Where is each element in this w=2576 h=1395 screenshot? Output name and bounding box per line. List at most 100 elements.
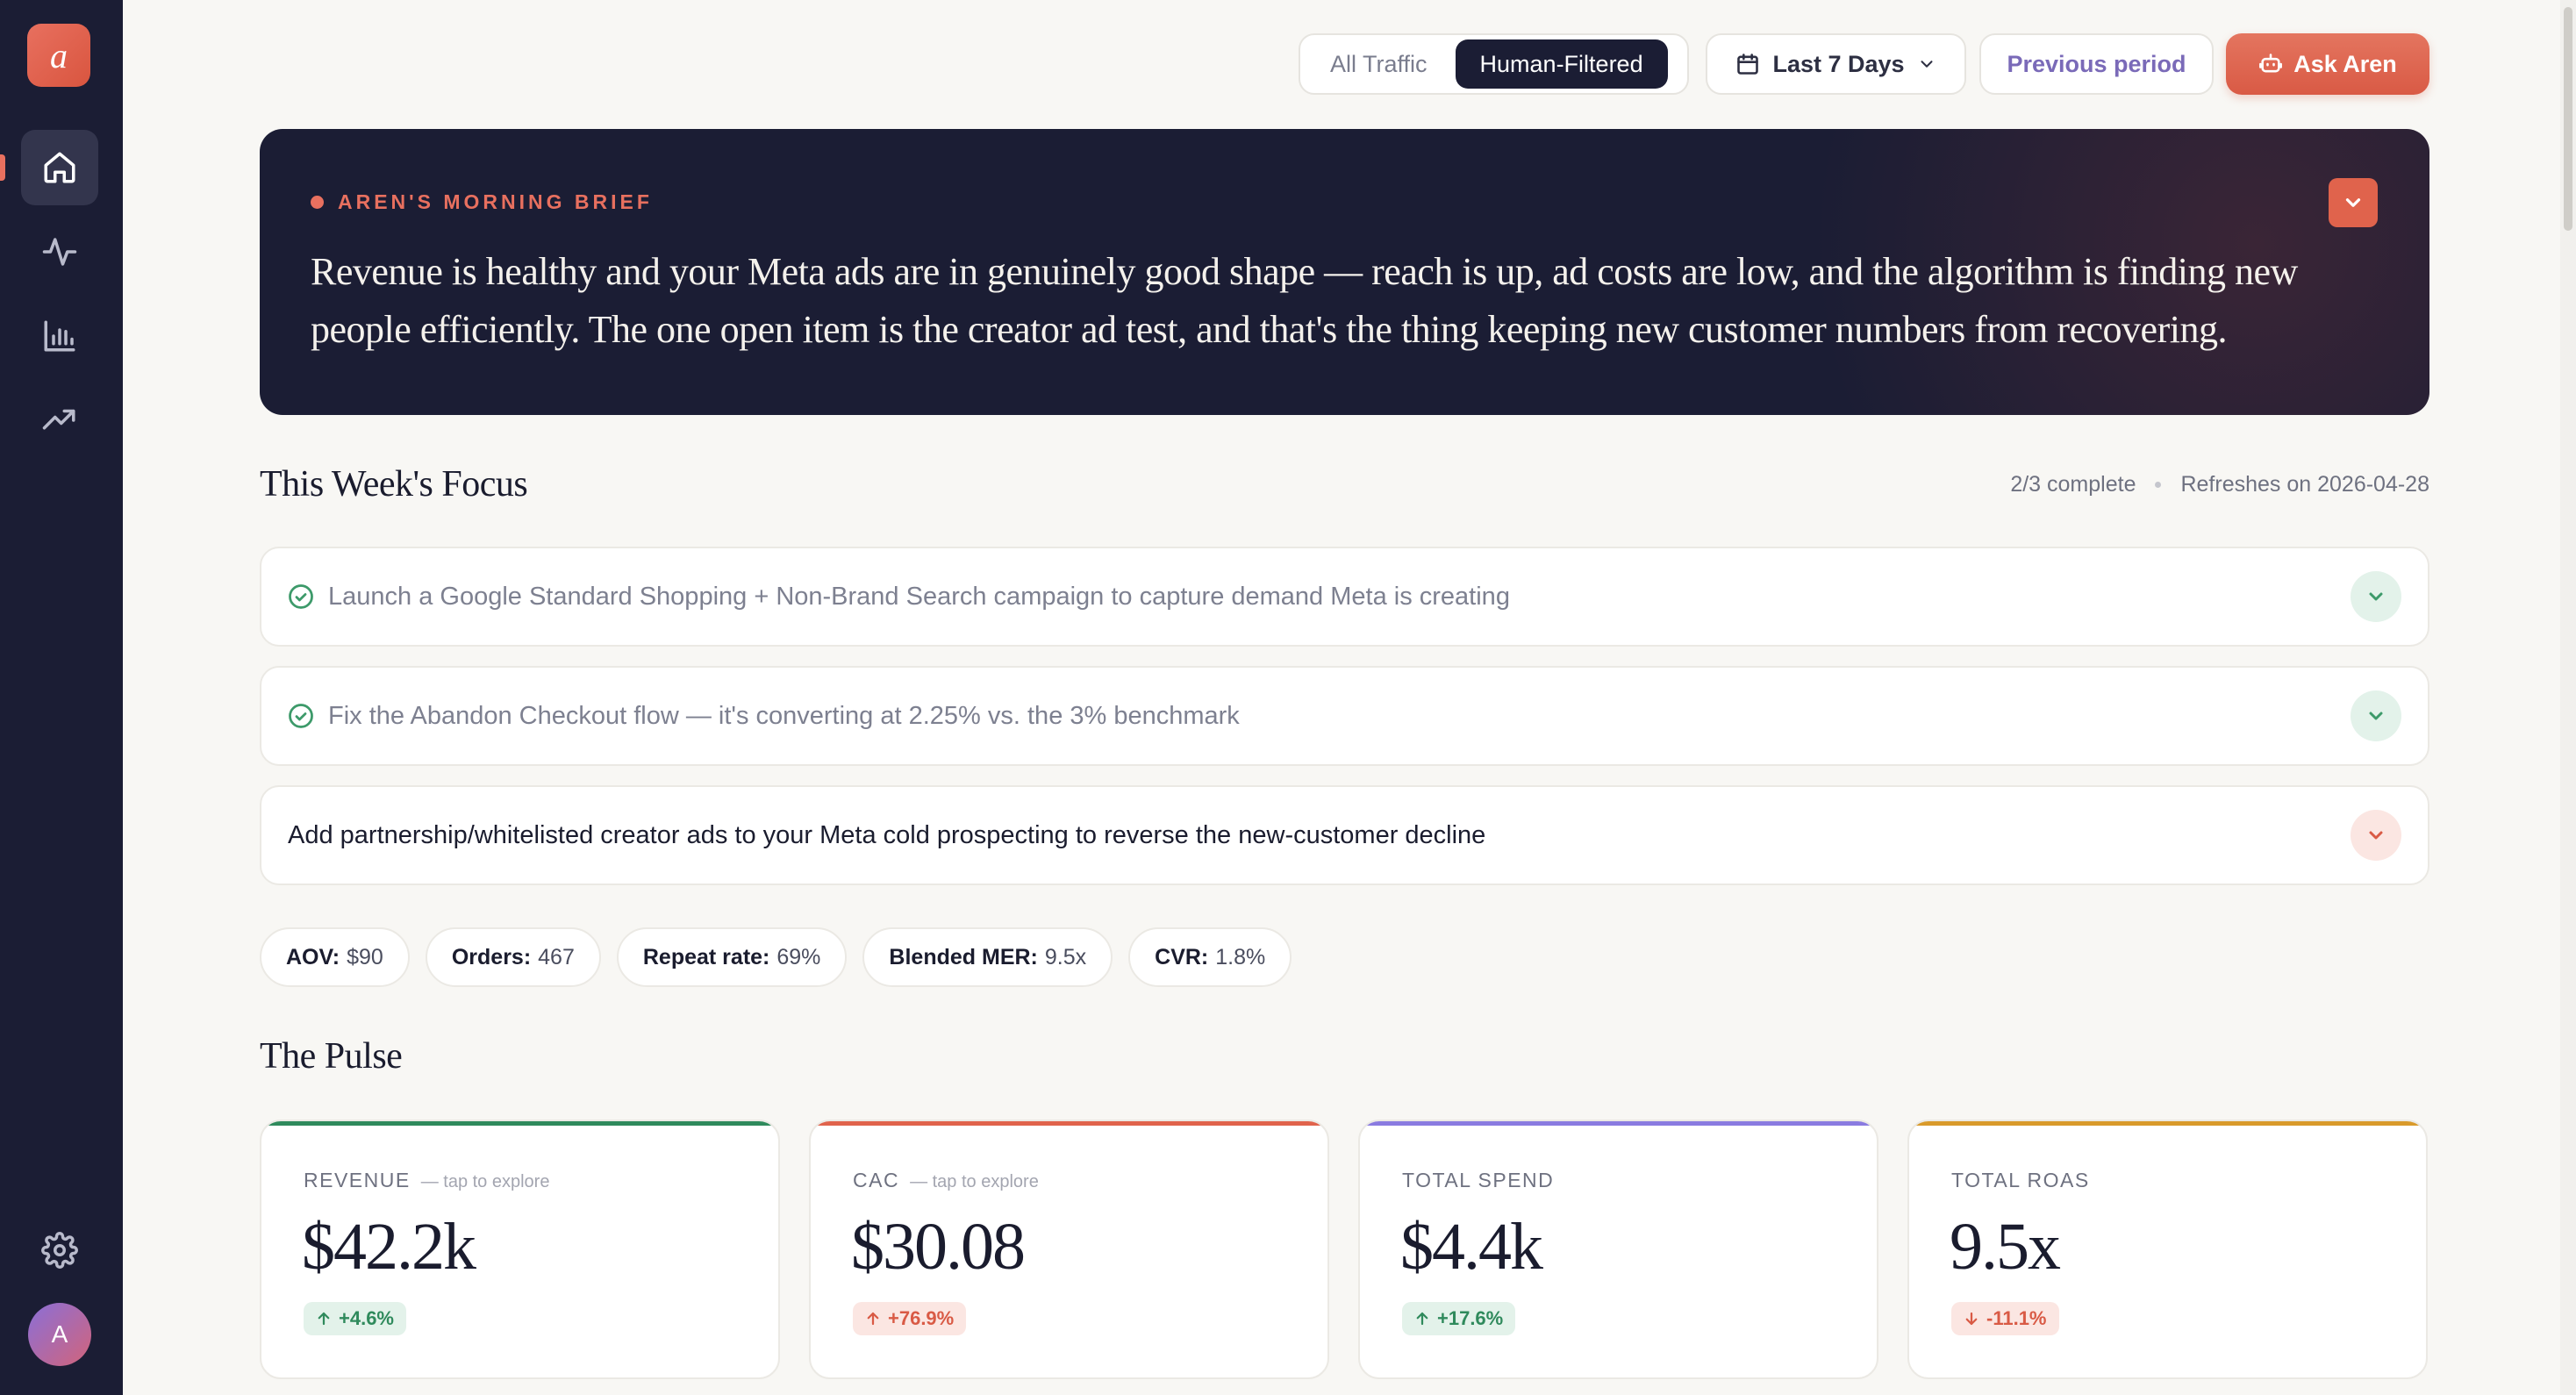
card-accent-line: [1360, 1121, 1877, 1126]
date-range-dropdown[interactable]: Last 7 Days: [1706, 33, 1966, 95]
trending-up-icon: [42, 409, 75, 430]
pill-key: CVR:: [1155, 944, 1209, 969]
metric-pill-repeat-rate: Repeat rate: 69%: [616, 927, 848, 987]
pulse-card-revenue[interactable]: REVENUE — tap to explore $42.2k +4.6%: [260, 1120, 780, 1379]
scrollbar-thumb[interactable]: [2564, 7, 2572, 231]
traffic-option-human-filtered[interactable]: Human-Filtered: [1455, 39, 1668, 89]
arrow-up-icon: [318, 1312, 330, 1326]
brief-collapse-button[interactable]: [2329, 178, 2378, 227]
card-value: $4.4k: [1400, 1210, 1543, 1284]
delta-value: -11.1%: [1986, 1307, 2047, 1329]
arrow-up-icon: [1416, 1312, 1428, 1326]
sidebar-item-activity[interactable]: [21, 214, 98, 290]
arrow-up-icon: [867, 1312, 879, 1326]
sidebar-item-trends[interactable]: [21, 383, 98, 458]
focus-item[interactable]: Launch a Google Standard Shopping + Non-…: [260, 547, 2429, 647]
sidebar-item-home[interactable]: [21, 130, 98, 205]
active-indicator: [0, 154, 5, 181]
card-value: 9.5x: [1950, 1210, 2061, 1284]
sidebar-item-settings[interactable]: [21, 1213, 98, 1288]
morning-brief-card: AREN'S MORNING BRIEF Revenue is healthy …: [260, 129, 2429, 415]
ask-aren-button[interactable]: Ask Aren: [2226, 33, 2429, 95]
chevron-down-icon: [2345, 198, 2361, 207]
delta-badge: +76.9%: [853, 1302, 967, 1335]
focus-item[interactable]: Fix the Abandon Checkout flow — it's con…: [260, 666, 2429, 766]
pill-key: Orders:: [451, 944, 532, 969]
expand-button[interactable]: [2351, 571, 2401, 622]
traffic-option-all[interactable]: All Traffic: [1306, 39, 1452, 89]
pill-key: Repeat rate:: [642, 944, 770, 969]
chevron-down-icon: [1921, 61, 1933, 68]
compare-period-button[interactable]: Previous period: [1979, 33, 2214, 95]
delta-badge: -11.1%: [1951, 1302, 2059, 1335]
logo-letter: a: [50, 35, 68, 75]
brief-tag: AREN'S MORNING BRIEF: [311, 190, 653, 214]
separator-dot: [2155, 482, 2162, 488]
focus-item[interactable]: Add partnership/whitelisted creator ads …: [260, 785, 2429, 885]
card-name: TOTAL ROAS: [1951, 1169, 2090, 1191]
card-hint: — tap to explore: [420, 1172, 550, 1191]
card-accent-line: [1909, 1121, 2426, 1126]
chevron-down-icon: [2369, 712, 2383, 720]
delta-value: +4.6%: [339, 1307, 394, 1329]
delta-badge: +4.6%: [304, 1302, 406, 1335]
focus-meta: 2/3 complete Refreshes on 2026-04-28: [2010, 472, 2429, 497]
compare-period-label: Previous period: [2007, 50, 2186, 77]
pill-key: Blended MER:: [889, 944, 1038, 969]
brief-tag-label: AREN'S MORNING BRIEF: [338, 190, 653, 213]
pill-key: AOV:: [286, 944, 340, 969]
card-name: TOTAL SPEND: [1402, 1169, 1555, 1191]
card-accent-line: [811, 1121, 1327, 1126]
pill-value: 69%: [776, 944, 821, 969]
metric-pill-cvr: CVR: 1.8%: [1128, 927, 1292, 987]
pill-value: 9.5x: [1044, 944, 1087, 969]
card-accent-line: [261, 1121, 778, 1126]
focus-item-label: Fix the Abandon Checkout flow — it's con…: [328, 701, 1240, 730]
avatar[interactable]: A: [28, 1303, 91, 1366]
app-logo[interactable]: a: [27, 24, 90, 87]
expand-button[interactable]: [2351, 690, 2401, 741]
metric-pills: AOV: $90 Orders: 467 Repeat rate: 69% Blend…: [260, 927, 1292, 987]
expand-button[interactable]: [2351, 810, 2401, 861]
sidebar: a A: [0, 0, 123, 1395]
pulse-card-total-roas[interactable]: TOTAL ROAS 9.5x -11.1%: [1907, 1120, 2428, 1379]
pulse-card-cac[interactable]: CAC — tap to explore $30.08 +76.9%: [809, 1120, 1329, 1379]
focus-progress: 2/3 complete: [2010, 472, 2136, 497]
avatar-initial: A: [51, 1320, 68, 1348]
delta-badge: +17.6%: [1402, 1302, 1516, 1335]
activity-icon: [42, 238, 77, 266]
traffic-filter-toggle: All Traffic Human-Filtered: [1299, 33, 1689, 95]
check-circle-icon: [288, 583, 314, 610]
card-value: $30.08: [851, 1210, 1026, 1284]
pulse-card-total-spend[interactable]: TOTAL SPEND $4.4k +17.6%: [1358, 1120, 1878, 1379]
sidebar-item-analytics[interactable]: [21, 298, 98, 374]
date-range-label: Last 7 Days: [1772, 50, 1905, 77]
calendar-icon: [1737, 54, 1759, 75]
gear-icon: [41, 1232, 78, 1269]
card-value: $42.2k: [302, 1210, 476, 1284]
chevron-down-icon: [2369, 831, 2383, 840]
brief-dot-icon: [311, 196, 324, 209]
metric-pill-aov: AOV: $90: [260, 927, 410, 987]
card-name: REVENUE: [304, 1169, 411, 1191]
pill-value: 1.8%: [1215, 944, 1266, 969]
brief-text: Revenue is healthy and your Meta ads are…: [311, 250, 2298, 351]
pill-value: $90: [347, 944, 383, 969]
bar-chart-icon: [44, 320, 75, 352]
metric-pill-blended-mer: Blended MER: 9.5x: [862, 927, 1113, 987]
pill-value: 467: [538, 944, 575, 969]
check-circle-icon: [288, 703, 314, 729]
bot-icon: [2259, 54, 2283, 73]
focus-item-label: Add partnership/whitelisted creator ads …: [288, 820, 1486, 849]
arrow-down-icon: [1965, 1312, 1978, 1326]
delta-value: +17.6%: [1437, 1307, 1504, 1329]
card-name: CAC: [853, 1169, 900, 1191]
chevron-down-icon: [2369, 592, 2383, 601]
focus-refresh-date: Refreshes on 2026-04-28: [2180, 472, 2429, 497]
focus-section-title: This Week's Focus: [260, 464, 528, 504]
home-icon: [44, 152, 75, 183]
pulse-section-title: The Pulse: [260, 1036, 403, 1077]
ask-aren-label: Ask Aren: [2293, 50, 2397, 77]
focus-item-label: Launch a Google Standard Shopping + Non-…: [328, 582, 1510, 611]
delta-value: +76.9%: [888, 1307, 955, 1329]
